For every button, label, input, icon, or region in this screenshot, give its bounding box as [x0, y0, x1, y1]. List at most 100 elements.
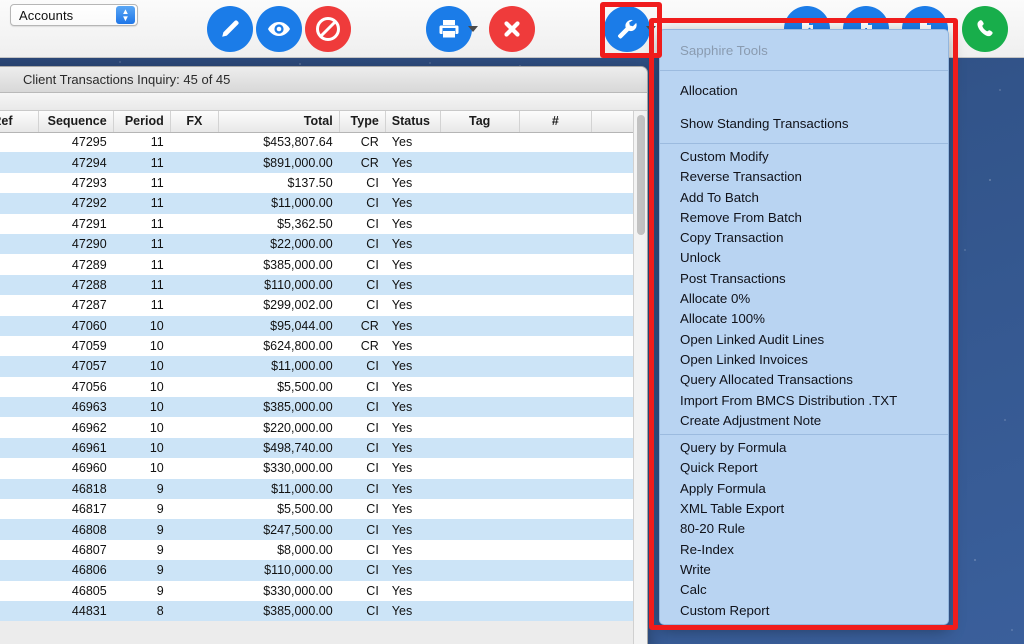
- table-row[interactable]: 47289 11 $385,000.00 CI Yes: [0, 254, 647, 275]
- tools-button[interactable]: [604, 6, 650, 52]
- cell-total: $22,000.00: [218, 233, 340, 255]
- table-row[interactable]: 46962 10 $220,000.00 CI Yes: [0, 417, 647, 438]
- table-row[interactable]: 47056 10 $5,500.00 CI Yes: [0, 376, 647, 398]
- cell-sequence: 47057: [38, 356, 114, 377]
- menu-item[interactable]: Reverse Transaction: [660, 167, 948, 187]
- print-button[interactable]: [426, 6, 472, 52]
- call-button[interactable]: [962, 6, 1008, 52]
- menu-item[interactable]: Quick Report: [660, 458, 948, 478]
- column-header[interactable]: Status: [385, 111, 441, 133]
- table-row[interactable]: 47057 10 $11,000.00 CI Yes: [0, 356, 647, 377]
- table-row[interactable]: 46963 10 $385,000.00 CI Yes: [0, 397, 647, 418]
- menu-item[interactable]: Write: [660, 560, 948, 580]
- table-row[interactable]: 47059 10 $624,800.00 CR Yes: [0, 335, 647, 357]
- cell-fx: [170, 437, 219, 459]
- table-row[interactable]: 47295 11 $453,807.64 CR Yes: [0, 132, 647, 153]
- table-row[interactable]: 46960 10 $330,000.00 CI Yes: [0, 458, 647, 479]
- table-row[interactable]: 1234729311 $137.50CIYes: [0, 172, 647, 194]
- table-row[interactable]: 46961 10 $498,740.00 CI Yes: [0, 437, 647, 459]
- accounts-dropdown[interactable]: Accounts ▲ ▼: [10, 4, 138, 26]
- wrench-icon: [614, 16, 640, 42]
- menu-item[interactable]: Query Allocated Transactions: [660, 370, 948, 390]
- menu-item[interactable]: 80-20 Rule: [660, 519, 948, 539]
- cell-tag: [440, 152, 520, 173]
- cell-period: 11: [113, 152, 171, 173]
- table-row[interactable]: 46806 9 $110,000.00 CI Yes: [0, 560, 647, 581]
- table-row[interactable]: 47288 11 $110,000.00 CI Yes: [0, 274, 647, 296]
- edit-button[interactable]: [207, 6, 253, 52]
- cell-num: [519, 417, 592, 438]
- table-row[interactable]: 47290 11 $22,000.00 CI Yes: [0, 233, 647, 255]
- column-header[interactable]: Tag: [440, 111, 520, 133]
- cell-num: [519, 254, 592, 275]
- column-header[interactable]: Total: [218, 111, 340, 133]
- column-header[interactable]: FX: [170, 111, 220, 133]
- menu-item[interactable]: Create Adjustment Note: [660, 411, 948, 431]
- menu-item[interactable]: Custom Report: [660, 601, 948, 621]
- table-row[interactable]: 47060 10 $95,044.00 CR Yes: [0, 315, 647, 336]
- menu-item[interactable]: Post Transactions: [660, 269, 948, 289]
- table-row[interactable]: 47287 11 $299,002.00 CI Yes: [0, 295, 647, 316]
- delete-button[interactable]: [489, 6, 535, 52]
- vertical-scrollbar[interactable]: [633, 111, 647, 644]
- table-row[interactable]: 46818 9 $11,000.00 CI Yes: [0, 478, 647, 500]
- menu-item[interactable]: Copy Transaction: [660, 228, 948, 248]
- cell-num: [519, 376, 592, 398]
- menu-item[interactable]: XML Table Export: [660, 499, 948, 519]
- menu-item[interactable]: Allocate 0%: [660, 289, 948, 309]
- menu-item[interactable]: Allocation: [660, 74, 948, 107]
- menu-item[interactable]: Open Linked Audit Lines: [660, 330, 948, 350]
- table-header-row: ernal RefSequencePeriodFXTotalTypeStatus…: [0, 111, 647, 133]
- table-row[interactable]: 46808 9 $247,500.00 CI Yes: [0, 519, 647, 540]
- table-row[interactable]: 44831 8 $385,000.00 CI Yes: [0, 600, 647, 622]
- cell-sequence: 46963: [38, 397, 114, 418]
- cell-type: CI: [339, 580, 386, 601]
- table-row[interactable]: 46817 9 $5,500.00 CI Yes: [0, 499, 647, 520]
- menu-item[interactable]: Calc: [660, 580, 948, 600]
- table-row[interactable]: 46805 9 $330,000.00 CI Yes: [0, 580, 647, 601]
- cell-total: $453,807.64: [218, 132, 340, 153]
- menu-item[interactable]: Custom Modify: [660, 147, 948, 167]
- cell-tag: [440, 356, 520, 377]
- menu-item[interactable]: Re-Index: [660, 540, 948, 560]
- column-header[interactable]: ernal Ref: [0, 111, 40, 133]
- cell-period: 10: [113, 376, 171, 398]
- cell-ref: [0, 335, 39, 357]
- menu-item[interactable]: Add To Batch: [660, 188, 948, 208]
- sapphire-tools-menu[interactable]: Sapphire Tools Allocation Show Standing T…: [659, 29, 949, 625]
- menu-item[interactable]: Allocate 100%: [660, 309, 948, 329]
- menu-item[interactable]: Open Linked Invoices: [660, 350, 948, 370]
- column-header[interactable]: Period: [113, 111, 171, 133]
- cell-total: $220,000.00: [218, 417, 340, 438]
- cell-ref: [0, 233, 39, 255]
- cell-fx: [170, 172, 219, 194]
- tools-dropdown-caret-icon[interactable]: [646, 26, 656, 32]
- cell-tag: [440, 458, 520, 479]
- scrollbar-thumb[interactable]: [637, 115, 645, 235]
- menu-item[interactable]: Import From BMCS Distribution .TXT: [660, 391, 948, 411]
- table-row[interactable]: 46807 9 $8,000.00 CI Yes: [0, 539, 647, 561]
- table-row[interactable]: 47291 11 $5,362.50 CI Yes: [0, 213, 647, 234]
- menu-item[interactable]: Unlock: [660, 248, 948, 268]
- up-down-stepper-icon[interactable]: ▲ ▼: [116, 6, 135, 24]
- cell-total: $891,000.00: [218, 152, 340, 173]
- menu-item[interactable]: Remove From Batch: [660, 208, 948, 228]
- table-row[interactable]: 47294 11 $891,000.00 CR Yes: [0, 152, 647, 173]
- view-button[interactable]: [256, 6, 302, 52]
- cell-tag: [440, 580, 520, 601]
- cell-fx: [170, 152, 219, 173]
- cell-ref: [0, 478, 39, 500]
- cell-period: 9: [113, 499, 171, 520]
- cell-type: CI: [339, 437, 386, 459]
- column-header[interactable]: Type: [339, 111, 386, 133]
- column-header[interactable]: Sequence: [38, 111, 114, 133]
- menu-item[interactable]: Apply Formula: [660, 479, 948, 499]
- print-dropdown-caret-icon[interactable]: [468, 26, 478, 32]
- menu-item[interactable]: Query by Formula: [660, 438, 948, 458]
- cell-status: Yes: [385, 458, 441, 479]
- menu-item[interactable]: Show Standing Transactions: [660, 107, 948, 140]
- column-header[interactable]: #: [519, 111, 593, 133]
- table-row[interactable]: 47292 11 $11,000.00 CI Yes: [0, 193, 647, 214]
- cell-tag: [440, 560, 520, 581]
- block-button[interactable]: [305, 6, 351, 52]
